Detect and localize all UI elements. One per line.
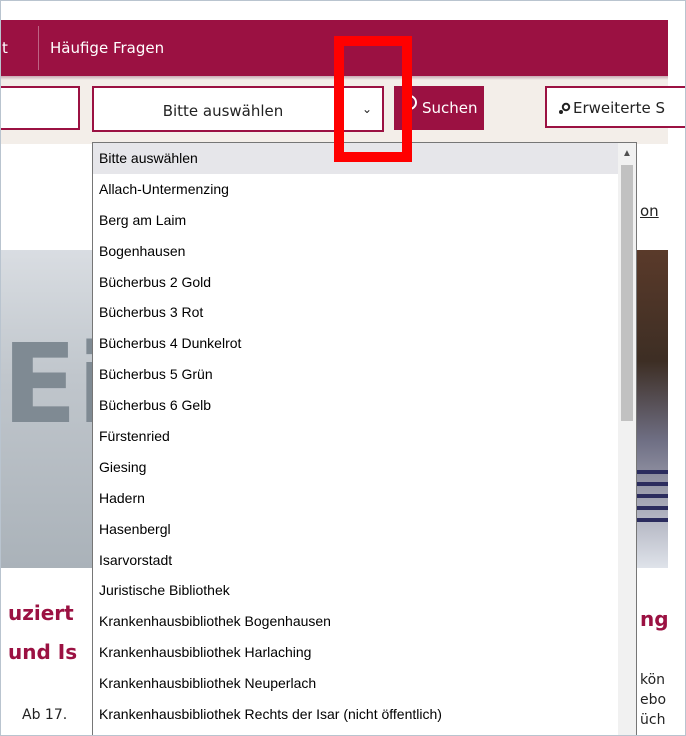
- scrollbar-thumb[interactable]: [621, 165, 633, 421]
- dropdown-option[interactable]: Bücherbus 6 Gelb: [93, 390, 636, 421]
- dropdown-option[interactable]: Hasenbergl: [93, 514, 636, 545]
- nav-separator: [38, 26, 39, 70]
- search-text-input[interactable]: [0, 86, 80, 130]
- dropdown-option[interactable]: Fürstenried: [93, 421, 636, 452]
- dropdown-option[interactable]: Krankenhausbibliothek Harlaching: [93, 637, 636, 668]
- image-stripe: [634, 494, 668, 498]
- article-heading-right: ng: [640, 607, 669, 631]
- hero-image-right: [634, 250, 668, 568]
- dropdown-option[interactable]: Krankenhausbibliothek Rechts der Isar (n…: [93, 699, 636, 730]
- dropdown-option[interactable]: Bogenhausen: [93, 236, 636, 267]
- advanced-search-label: Erweiterte S: [573, 99, 665, 117]
- dropdown-option[interactable]: Allach-Untermenzing: [93, 174, 636, 205]
- hero-image-left: Ei: [0, 250, 92, 568]
- dropdown-option[interactable]: Berg am Laim: [93, 205, 636, 236]
- dropdown-option[interactable]: Isarvorstadt: [93, 545, 636, 576]
- dropdown-option[interactable]: Bücherbus 4 Dunkelrot: [93, 328, 636, 359]
- dropdown-option[interactable]: Krankenhausbibliothek Neuperlach: [93, 668, 636, 699]
- article-heading-left-line1: uziert: [8, 601, 74, 625]
- advanced-search-button[interactable]: Erweiterte S: [545, 86, 686, 128]
- image-stripe: [634, 506, 668, 510]
- dropdown-scrollbar[interactable]: ▲: [618, 143, 636, 735]
- dropdown-option[interactable]: Krankenhausbibliothek Bogenhausen: [93, 606, 636, 637]
- gears-icon: [557, 102, 571, 120]
- article-text-line: üch: [640, 712, 666, 728]
- image-stripe: [634, 482, 668, 486]
- select-current-value: Bitte auswählen: [162, 102, 284, 120]
- article-text-line: ebo: [640, 692, 667, 708]
- hero-image-lettering: Ei: [2, 320, 92, 448]
- annotation-highlight-box: [334, 36, 412, 162]
- nav-item-faq[interactable]: Häufige Fragen: [50, 20, 164, 76]
- nav-item-truncated[interactable]: t: [2, 20, 8, 76]
- dropdown-option[interactable]: Hadern: [93, 483, 636, 514]
- article-text-left: Ab 17.: [22, 707, 68, 723]
- image-stripe: [634, 470, 668, 474]
- article-text-line: kön: [640, 672, 666, 688]
- dropdown-option[interactable]: Bücherbus 2 Gold: [93, 267, 636, 298]
- article-heading-left-line2: und Is: [8, 640, 78, 664]
- article-text-right: kön ebo üch: [640, 670, 670, 730]
- side-link[interactable]: on: [640, 202, 659, 220]
- dropdown-option[interactable]: Juristische Bibliothek: [93, 575, 636, 606]
- dropdown-option[interactable]: Bücherbus 5 Grün: [93, 359, 636, 390]
- dropdown-option[interactable]: Giesing: [93, 452, 636, 483]
- search-button-label: Suchen: [422, 99, 478, 117]
- location-dropdown-list[interactable]: Bitte auswählen Allach-Untermenzing Berg…: [92, 142, 637, 736]
- scroll-up-arrow-icon[interactable]: ▲: [618, 143, 636, 165]
- dropdown-option[interactable]: Bücherbus 3 Rot: [93, 297, 636, 328]
- image-stripe: [634, 518, 668, 522]
